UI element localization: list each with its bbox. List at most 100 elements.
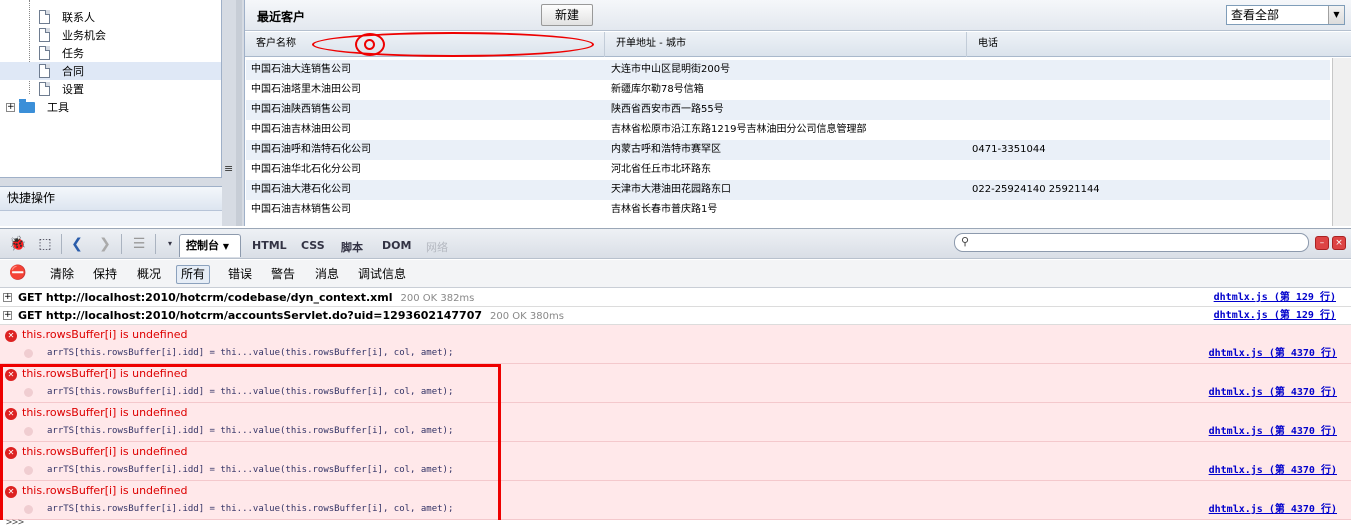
- source-link[interactable]: dhtmlx.js (第 129 行): [1214, 307, 1336, 324]
- annotation-rectangle: [0, 364, 501, 523]
- document-icon: [39, 64, 50, 78]
- cell-address: 河北省任丘市北环路东: [611, 164, 711, 175]
- cell-address: 新疆库尔勒78号信箱: [611, 84, 704, 95]
- new-button[interactable]: 新建: [541, 4, 593, 26]
- filter-debug[interactable]: 调试信息: [353, 265, 411, 284]
- cell-name: 中国石油大连销售公司: [251, 64, 351, 75]
- table-row[interactable]: 中国石油塔里木油田公司 新疆库尔勒78号信箱: [246, 80, 1330, 100]
- source-link[interactable]: dhtmlx.js (第 4370 行): [1209, 344, 1337, 359]
- filter-info[interactable]: 消息: [310, 265, 344, 284]
- quick-actions-panel: 快捷操作: [0, 186, 222, 226]
- request-status: 200 OK 380ms: [490, 311, 564, 322]
- source-link[interactable]: dhtmlx.js (第 4370 行): [1209, 422, 1337, 437]
- tree-item-contacts[interactable]: 联系人: [39, 8, 95, 26]
- source-link[interactable]: dhtmlx.js (第 129 行): [1214, 289, 1336, 306]
- table-row[interactable]: 中国石油吉林销售公司 吉林省长春市普庆路1号: [246, 200, 1330, 220]
- tree-item-settings[interactable]: 设置: [39, 80, 84, 98]
- grid-toolbar: 最近客户 新建 查看全部 ▼: [245, 0, 1351, 31]
- panel-menu-icon[interactable]: ▾: [160, 235, 180, 253]
- tab-html[interactable]: HTML: [252, 239, 287, 252]
- breakpoint-icon[interactable]: [24, 349, 33, 358]
- tree-item-tasks[interactable]: 任务: [39, 44, 84, 62]
- close-icon[interactable]: ×: [1332, 236, 1346, 250]
- table-row[interactable]: 中国石油大连销售公司 大连市中山区昆明街200号: [246, 60, 1330, 80]
- cell-name: 中国石油陕西销售公司: [251, 104, 351, 115]
- tree-item-opportunities[interactable]: 业务机会: [39, 26, 106, 44]
- table-row[interactable]: 中国石油华北石化分公司 河北省任丘市北环路东: [246, 160, 1330, 180]
- cell-name: 中国石油塔里木油田公司: [251, 84, 361, 95]
- cell-address: 陕西省西安市西一路55号: [611, 104, 724, 115]
- menu-list-icon[interactable]: ☰: [129, 235, 149, 253]
- error-entry[interactable]: ✕ this.rowsBuffer[i] is undefined arrTS[th…: [0, 325, 1351, 364]
- filter-warnings[interactable]: 警告: [266, 265, 300, 284]
- cell-name: 中国石油华北石化分公司: [251, 164, 361, 175]
- table-row[interactable]: 中国石油陕西销售公司 陕西省西安市西一路55号: [246, 100, 1330, 120]
- console-filter-bar: ⛔ 清除 保持 概况 所有 错误 警告 消息 调试信息: [0, 260, 1351, 288]
- quick-actions-header[interactable]: 快捷操作: [0, 187, 222, 211]
- table-row[interactable]: 中国石油吉林油田公司 吉林省松原市沿江东路1219号吉林油田分公司信息管理部: [246, 120, 1330, 140]
- tab-console-label: 控制台: [186, 239, 219, 252]
- grid-scrollbar[interactable]: [1332, 58, 1351, 226]
- table-row[interactable]: 中国石油呼和浩特石化公司 内蒙古呼和浩特市赛罕区 0471-3351044: [246, 140, 1330, 160]
- tree-item-label: 合同: [62, 65, 84, 78]
- recent-customers-panel: 最近客户 新建 查看全部 ▼ 客户名称 开单地址 - 城市 电话 中国石油大连销…: [244, 0, 1351, 226]
- tab-dom[interactable]: DOM: [382, 239, 411, 252]
- tree-item-label: 联系人: [62, 11, 95, 24]
- tab-console[interactable]: 控制台 ▼: [179, 234, 241, 257]
- cell-name: 中国石油吉林销售公司: [251, 204, 351, 215]
- source-link[interactable]: dhtmlx.js (第 4370 行): [1209, 383, 1337, 398]
- tree-item-label: 任务: [62, 47, 84, 60]
- source-link[interactable]: dhtmlx.js (第 4370 行): [1209, 500, 1337, 515]
- forward-icon[interactable]: ❯: [95, 235, 115, 253]
- column-header-phone[interactable]: 电话: [967, 32, 1351, 57]
- filter-errors[interactable]: 错误: [223, 265, 257, 284]
- grid-title: 最近客户: [257, 10, 306, 24]
- filter-persist[interactable]: 保持: [88, 265, 122, 284]
- table-row[interactable]: 中国石油大港石化公司 天津市大港油田花园路东口 022-25924140 25921…: [246, 180, 1330, 200]
- layout-splitter[interactable]: ≡: [222, 0, 234, 226]
- source-link[interactable]: dhtmlx.js (第 4370 行): [1209, 461, 1337, 476]
- column-header-address[interactable]: 开单地址 - 城市: [605, 32, 967, 57]
- firebug-bug-icon[interactable]: 🐞: [8, 235, 28, 253]
- error-message[interactable]: this.rowsBuffer[i] is undefined: [22, 328, 187, 341]
- chevron-down-icon[interactable]: ▼: [1328, 6, 1344, 24]
- command-line[interactable]: >>>: [0, 517, 1351, 531]
- filter-profile[interactable]: 概况: [132, 265, 166, 284]
- expand-icon[interactable]: +: [3, 293, 12, 302]
- tree-item-label: 设置: [62, 83, 84, 96]
- network-request-row[interactable]: + GET http://localhost:2010/hotcrm/accoun…: [0, 307, 1351, 325]
- error-code: arrTS[this.rowsBuffer[i].idd] = thi...va…: [47, 348, 454, 358]
- network-request-row[interactable]: + GET http://localhost:2010/hotcrm/codeba…: [0, 289, 1351, 307]
- cell-address: 吉林省长春市普庆路1号: [611, 204, 718, 215]
- search-input[interactable]: ⚲: [954, 233, 1309, 252]
- cell-phone: 0471-3351044: [972, 144, 1046, 155]
- chevron-down-icon: ▼: [222, 242, 229, 251]
- toolbar-separator: [155, 234, 156, 254]
- tab-net[interactable]: 网络: [426, 239, 448, 255]
- view-filter-select[interactable]: 查看全部 ▼: [1226, 5, 1345, 25]
- tree-item-contracts[interactable]: 合同: [0, 62, 221, 80]
- splitter-grip-icon[interactable]: ≡: [224, 162, 233, 175]
- tree-item-label: 工具: [47, 101, 69, 114]
- request-status: 200 OK 382ms: [400, 293, 475, 304]
- command-prompt: >>>: [6, 517, 25, 528]
- console-options-icon[interactable]: ⛔: [8, 264, 28, 282]
- expand-icon[interactable]: +: [3, 311, 12, 320]
- tab-css[interactable]: CSS: [301, 239, 325, 252]
- inspect-icon[interactable]: ⬚: [35, 235, 55, 253]
- tree-item-label: 业务机会: [62, 29, 106, 42]
- expand-icon[interactable]: +: [6, 102, 15, 112]
- tree-item-tools[interactable]: + 工具: [6, 98, 69, 116]
- firebug-toolbar: 🐞 ⬚ ❮ ❯ ☰ ▾ 控制台 ▼ HTML CSS 脚本 DOM 网络 ⚲ –…: [0, 228, 1351, 259]
- back-icon[interactable]: ❮: [67, 235, 87, 253]
- cell-address: 天津市大港油田花园路东口: [611, 184, 731, 195]
- cell-address: 吉林省松原市沿江东路1219号吉林油田分公司信息管理部: [611, 124, 867, 135]
- minimize-icon[interactable]: –: [1315, 236, 1329, 250]
- document-icon: [39, 10, 50, 24]
- toolbar-separator: [61, 234, 62, 254]
- cell-address: 内蒙古呼和浩特市赛罕区: [611, 144, 721, 155]
- tab-script[interactable]: 脚本: [341, 239, 363, 255]
- filter-all[interactable]: 所有: [176, 265, 211, 284]
- request-url: GET http://localhost:2010/hotcrm/account…: [18, 309, 564, 322]
- filter-clear[interactable]: 清除: [45, 265, 79, 284]
